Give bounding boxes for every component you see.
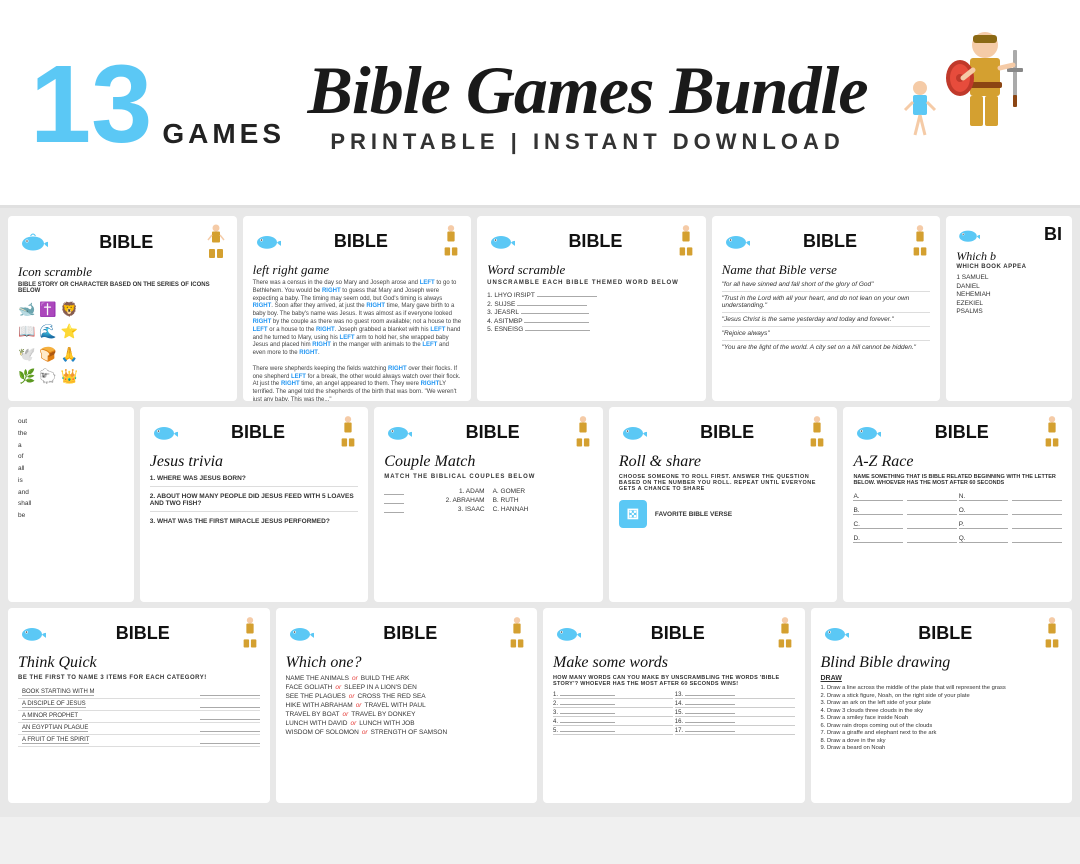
- cards-container: BIBLE Icon scramble BIBLE STORY OR CHARA…: [0, 208, 1080, 817]
- warrior-icon-2: [441, 224, 461, 258]
- number-display: 13: [30, 50, 152, 160]
- row-1: BIBLE Icon scramble BIBLE STORY OR CHARA…: [8, 216, 1072, 401]
- card6-game-title: Jesus trivia: [150, 453, 359, 471]
- row-3: BIBLE Think Quick BE THE FIRST TO NAME 3…: [8, 608, 1072, 803]
- card9-bible-label: BIBLE: [935, 422, 989, 443]
- card-left-right: BIBLE left right game There was a census…: [243, 216, 472, 401]
- card-bible-verse: BIBLE Name that Bible verse "for all hav…: [712, 216, 941, 401]
- warrior-illustration: [900, 20, 1040, 190]
- card-make-words: BIBLE Make some words HOW MANY WORDS CAN…: [543, 608, 805, 803]
- games-label: GAMES: [162, 118, 285, 150]
- row-2: out the a of all is and shall be: [8, 407, 1072, 602]
- whale-icon-7: [384, 422, 412, 442]
- whale-icon-2: [253, 231, 281, 251]
- whale-icon-8: [619, 422, 647, 442]
- card4-game-title: Name that Bible verse: [722, 262, 931, 278]
- main-title: Bible Games Bundle: [305, 56, 870, 124]
- card-roll-share: BIBLE Roll & share CHOOSE SOMEONE TO ROL…: [609, 407, 838, 602]
- card11-bible-label: BIBLE: [383, 623, 437, 644]
- header-center: Bible Games Bundle PRINTABLE | INSTANT D…: [285, 56, 890, 155]
- whale-icon: [18, 231, 48, 253]
- card-which-book: BI Which b WHICH BOOK APPEA 1 SAMUEL DAN…: [946, 216, 1072, 401]
- card-word-scramble: BIBLE Word scramble UNSCRAMBLE EACH BIBL…: [477, 216, 706, 401]
- warrior-icon-11: [507, 616, 527, 650]
- card7-bible-label: BIBLE: [466, 422, 520, 443]
- card-think-quick: BIBLE Think Quick BE THE FIRST TO NAME 3…: [8, 608, 270, 803]
- subtitle: PRINTABLE | INSTANT DOWNLOAD: [305, 129, 870, 155]
- warrior-icon-13: [1042, 616, 1062, 650]
- card13-subtitle: DRAW: [821, 675, 1063, 682]
- card7-subtitle: MATCH THE BIBLICAL COUPLES BELOW: [384, 474, 593, 480]
- card1-game-title: Icon scramble: [18, 264, 227, 280]
- whale-icon-11: [286, 623, 314, 643]
- header-right: [890, 20, 1050, 190]
- warrior-icon-12: [775, 616, 795, 650]
- card3-game-title: Word scramble: [487, 262, 696, 278]
- warrior-icon-10: [240, 616, 260, 650]
- card13-game-title: Blind Bible drawing: [821, 654, 1063, 672]
- card8-game-title: Roll & share: [619, 453, 828, 471]
- card-blind-drawing: BIBLE Blind Bible drawing DRAW 1. Draw a…: [811, 608, 1073, 803]
- card10-game-title: Think Quick: [18, 654, 260, 672]
- card1-desc: BIBLE STORY OR CHARACTER BASED ON THE SE…: [18, 282, 227, 294]
- card-which-one: BIBLE Which one? NAME THE ANIMALSorBUILD…: [276, 608, 538, 803]
- card5-game-title: Which b: [956, 249, 1062, 264]
- card13-bible-label: BIBLE: [918, 623, 972, 644]
- header-section: 13 GAMES Bible Games Bundle PRINTABLE | …: [0, 0, 1080, 208]
- dice-icon: ⚄: [619, 500, 647, 528]
- card2-desc: There was a census in the day so Mary an…: [253, 280, 462, 401]
- card10-bible-label: BIBLE: [116, 623, 170, 644]
- card8-bible-label: BIBLE: [700, 422, 754, 443]
- card7-game-title: Couple Match: [384, 453, 593, 471]
- card1-bible-label: BIBLE: [99, 232, 153, 253]
- whale-icon-4: [722, 231, 750, 251]
- card-partial-left: out the a of all is and shall be: [8, 407, 134, 602]
- card6-bible-label: BIBLE: [231, 422, 285, 443]
- card-az-race: BIBLE A-Z Race NAME SOMETHING THAT IS BI…: [843, 407, 1072, 602]
- card3-desc: UNSCRAMBLE EACH BIBLE THEMED WORD BELOW: [487, 280, 696, 286]
- card4-bible-label: BIBLE: [803, 231, 857, 252]
- card12-bible-label: BIBLE: [651, 623, 705, 644]
- card-icon-scramble: BIBLE Icon scramble BIBLE STORY OR CHARA…: [8, 216, 237, 401]
- whale-icon-13: [821, 623, 849, 643]
- whale-icon-5: [956, 226, 980, 244]
- card2-bible-label: BIBLE: [334, 231, 388, 252]
- warrior-icon-9: [1042, 415, 1062, 449]
- card10-subtitle: BE THE FIRST TO NAME 3 ITEMS FOR EACH CA…: [18, 675, 260, 681]
- whale-icon-10: [18, 623, 46, 643]
- card8-item: FAVORITE BIBLE VERSE: [655, 511, 732, 518]
- warrior-icon-4: [910, 224, 930, 258]
- card-couple-match: BIBLE Couple Match MATCH THE BIBLICAL CO…: [374, 407, 603, 602]
- header-left: 13 GAMES: [30, 50, 285, 160]
- card9-game-title: A-Z Race: [853, 453, 1062, 471]
- card12-game-title: Make some words: [553, 654, 795, 672]
- warrior-icon-6: [338, 415, 358, 449]
- card9-desc: NAME SOMETHING THAT IS BIBLE RELATED BEG…: [853, 474, 1062, 486]
- warrior-small-icon: [205, 224, 227, 260]
- whale-icon-12: [553, 623, 581, 643]
- card2-game-title: left right game: [253, 262, 462, 278]
- whale-icon-6: [150, 422, 178, 442]
- card5-bible-label: BI: [1044, 224, 1062, 245]
- card-jesus-trivia: BIBLE Jesus trivia 1. WHERE WAS JESUS BO…: [140, 407, 369, 602]
- warrior-icon-3: [676, 224, 696, 258]
- card12-desc: HOW MANY WORDS CAN YOU MAKE BY UNSCRAMBL…: [553, 675, 795, 687]
- card8-desc: CHOOSE SOMEONE TO ROLL FIRST. ANSWER THE…: [619, 474, 828, 492]
- card3-bible-label: BIBLE: [568, 231, 622, 252]
- whale-icon-9: [853, 422, 881, 442]
- whale-icon-3: [487, 231, 515, 251]
- warrior-icon-7: [573, 415, 593, 449]
- warrior-icon-8: [807, 415, 827, 449]
- card11-game-title: Which one?: [286, 654, 528, 672]
